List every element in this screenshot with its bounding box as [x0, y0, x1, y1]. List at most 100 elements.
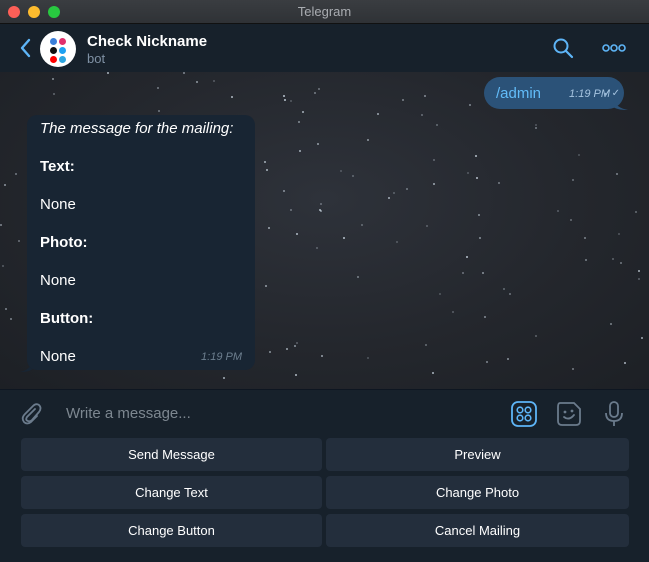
bubble-tail: [612, 98, 628, 110]
background-star: [393, 192, 395, 194]
bot-keyboard: Send Message Preview Change Text Change …: [0, 435, 649, 562]
message-area[interactable]: /admin 1:19 PM ✓✓ The message for the ma…: [0, 72, 649, 389]
background-star: [388, 197, 390, 199]
close-window-button[interactable]: [8, 6, 20, 18]
background-star: [213, 80, 215, 82]
background-star: [318, 88, 320, 90]
message-line: None: [40, 272, 76, 289]
incoming-message[interactable]: The message for the mailing: Text: None …: [27, 115, 255, 370]
background-star: [624, 362, 626, 364]
background-star: [321, 355, 323, 357]
background-star: [5, 308, 7, 310]
avatar[interactable]: [40, 31, 76, 67]
background-star: [367, 357, 369, 359]
microphone-icon[interactable]: [604, 400, 624, 428]
sticker-icon[interactable]: [556, 401, 582, 427]
window-controls: [8, 6, 60, 18]
message-line: None: [40, 196, 76, 213]
background-star: [439, 293, 441, 295]
background-star: [231, 96, 233, 98]
background-star: [433, 159, 435, 161]
background-star: [265, 285, 267, 287]
background-star: [486, 361, 488, 363]
background-star: [612, 258, 614, 260]
change-photo-button[interactable]: Change Photo: [326, 476, 629, 509]
background-star: [498, 182, 500, 184]
background-star: [296, 233, 298, 235]
background-star: [476, 177, 478, 179]
background-star: [469, 104, 471, 106]
background-star: [396, 241, 398, 243]
message-input[interactable]: [66, 402, 486, 424]
more-icon[interactable]: [602, 43, 626, 53]
minimize-window-button[interactable]: [28, 6, 40, 18]
background-star: [2, 265, 4, 267]
background-star: [432, 372, 434, 374]
message-line: The message for the mailing:: [40, 120, 234, 137]
outgoing-message-text[interactable]: /admin: [496, 85, 541, 102]
background-star: [535, 124, 537, 126]
background-star: [482, 272, 484, 274]
change-button-button[interactable]: Change Button: [21, 514, 322, 547]
window-title: Telegram: [297, 4, 352, 19]
background-star: [264, 161, 266, 163]
search-icon[interactable]: [552, 37, 574, 59]
background-star: [425, 344, 427, 346]
background-star: [616, 173, 618, 175]
background-star: [421, 114, 423, 116]
background-star: [475, 155, 477, 157]
bot-keyboard-icon[interactable]: [511, 401, 537, 427]
background-star: [340, 170, 342, 172]
background-star: [436, 124, 438, 126]
background-star: [223, 377, 225, 379]
background-star: [406, 188, 408, 190]
background-star: [283, 190, 285, 192]
background-star: [314, 92, 316, 94]
outgoing-message[interactable]: /admin 1:19 PM ✓✓: [484, 77, 624, 109]
background-star: [298, 121, 300, 123]
background-star: [107, 72, 109, 74]
background-star: [641, 337, 643, 339]
message-line: Photo:: [40, 234, 88, 251]
background-star: [295, 374, 297, 376]
chevron-left-icon[interactable]: [18, 37, 34, 59]
background-star: [620, 262, 622, 264]
background-star: [302, 111, 304, 113]
background-star: [0, 224, 2, 226]
background-star: [361, 224, 363, 226]
send-message-button[interactable]: Send Message: [21, 438, 322, 471]
cancel-mailing-button[interactable]: Cancel Mailing: [326, 514, 629, 547]
change-text-button[interactable]: Change Text: [21, 476, 322, 509]
background-star: [377, 113, 379, 115]
background-star: [290, 209, 292, 211]
background-star: [426, 225, 428, 227]
background-star: [572, 179, 574, 181]
background-star: [618, 233, 620, 235]
background-star: [584, 237, 586, 239]
background-star: [402, 99, 404, 101]
background-star: [266, 169, 268, 171]
background-star: [183, 72, 185, 74]
background-star: [317, 143, 319, 145]
background-star: [610, 323, 612, 325]
message-line: Button:: [40, 310, 94, 327]
background-star: [466, 256, 468, 258]
background-star: [268, 227, 270, 229]
background-star: [467, 172, 469, 174]
paperclip-icon[interactable]: [20, 402, 42, 426]
window-titlebar: Telegram: [0, 0, 649, 24]
background-star: [286, 348, 288, 350]
background-star: [367, 139, 369, 141]
background-star: [284, 99, 286, 101]
background-star: [316, 247, 318, 249]
chat-title[interactable]: Check Nickname: [87, 33, 207, 50]
background-star: [578, 154, 580, 156]
background-star: [18, 240, 20, 242]
background-star: [462, 272, 464, 274]
background-star: [269, 351, 271, 353]
background-star: [507, 358, 509, 360]
background-star: [503, 288, 505, 290]
maximize-window-button[interactable]: [48, 6, 60, 18]
preview-button[interactable]: Preview: [326, 438, 629, 471]
message-time: 1:19 PM: [201, 351, 242, 363]
